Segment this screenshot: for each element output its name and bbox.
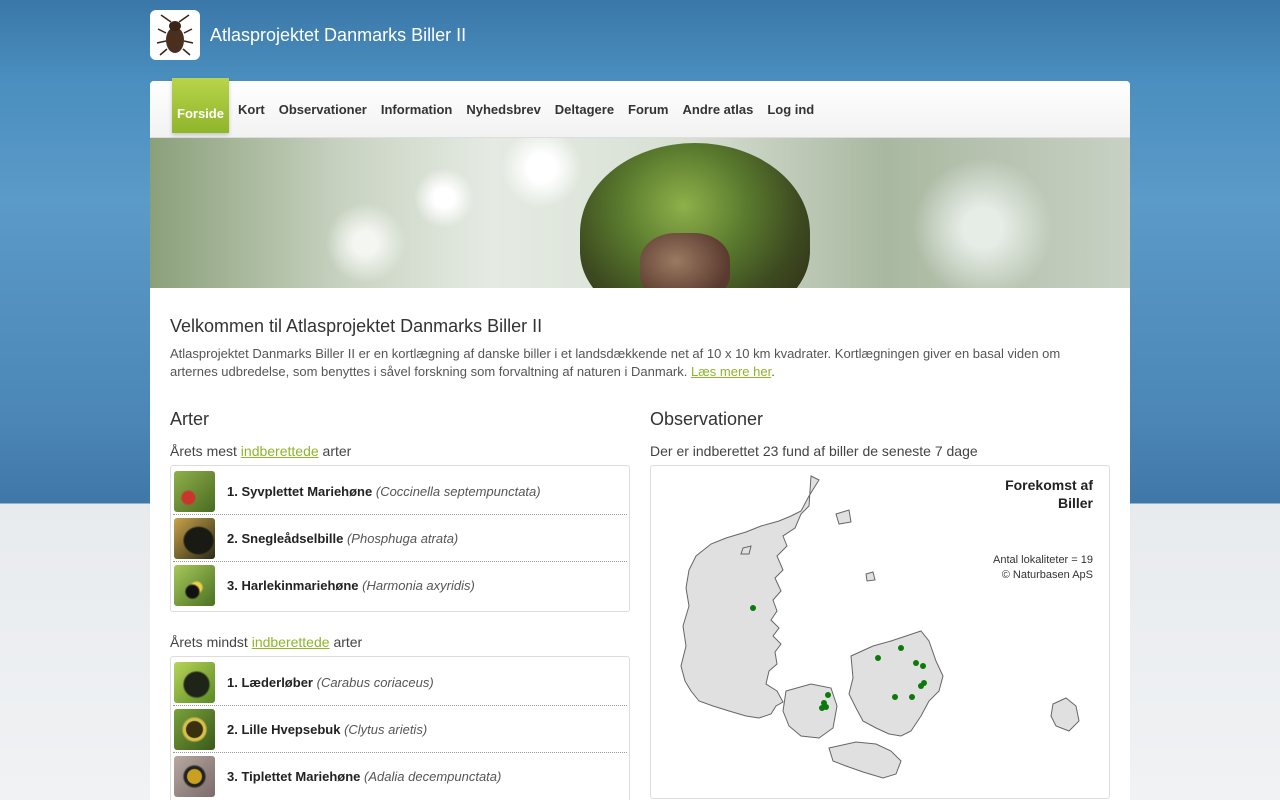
species-latin: (Coccinella septempunctata) [375, 483, 541, 499]
columns: Arter Årets mest indberettede arter 1. S… [170, 409, 1110, 800]
species-name[interactable]: 3. Harlekinmariehøne [227, 578, 359, 593]
main-panel: Forside Kort Observationer Information N… [150, 77, 1130, 800]
species-name[interactable]: 1. Syvplettet Mariehøne [227, 484, 372, 499]
map-bornholm [1050, 697, 1080, 732]
species-name[interactable]: 1. Læderløber [227, 675, 313, 690]
species-name[interactable]: 2. Lille Hvepsebuk [227, 722, 340, 737]
welcome-body: Atlasprojektet Danmarks Biller II er en … [170, 346, 1061, 379]
map-funen [782, 683, 838, 739]
species-latin: (Phosphuga atrata) [346, 530, 459, 546]
beetle-logo-icon[interactable] [150, 10, 200, 60]
map-jutland [680, 475, 820, 719]
species-thumbnail[interactable] [174, 756, 215, 797]
least-reported-link[interactable]: indberettede [252, 634, 330, 650]
species-latin: (Adalia decempunctata) [364, 769, 502, 784]
map-zealand [848, 630, 944, 737]
list-item[interactable]: 2. Lille Hvepsebuk (Clytus arietis) [173, 706, 627, 753]
species-thumbnail[interactable] [174, 470, 215, 512]
most-reported-link[interactable]: indberettede [241, 443, 319, 459]
list-item[interactable]: 1. Syvplettet Mariehøne (Coccinella sept… [173, 468, 627, 515]
observations-subtitle: Der er indberettet 23 fund af biller de … [650, 443, 978, 459]
species-latin: (Carabus coriaceus) [316, 674, 434, 690]
banner-beetle-head [640, 233, 730, 288]
list-item[interactable]: 3. Tiplettet Mariehøne (Adalia decempunc… [173, 753, 627, 800]
species-name[interactable]: 2. Snegleådselbille [227, 531, 343, 546]
list-item[interactable]: 3. Harlekinmariehøne (Harmonia axyridis) [173, 562, 627, 609]
observations-column: Observationer Der er indberettet 23 fund… [650, 409, 1110, 800]
read-more-link[interactable]: Læs mere her [691, 364, 771, 379]
main-nav: Forside Kort Observationer Information N… [150, 77, 1130, 138]
nav-nyhedsbrev[interactable]: Nyhedsbrev [466, 102, 540, 117]
denmark-map[interactable] [651, 466, 1109, 798]
welcome-text: Atlasprojektet Danmarks Biller II er en … [170, 346, 1061, 379]
species-thumbnail[interactable] [174, 565, 215, 606]
species-name[interactable]: 3. Tiplettet Mariehøne [227, 769, 360, 784]
map-title: Forekomst af Biller [1005, 477, 1093, 511]
nav-observationer[interactable]: Observationer [279, 102, 367, 117]
least-reported-list: 1. Læderløber (Carabus coriaceus) 2. Lil… [170, 656, 630, 800]
nav-log-ind[interactable]: Log ind [767, 102, 814, 117]
site-title[interactable]: Atlasprojektet Danmarks Biller II [210, 25, 466, 46]
species-title: Arter [170, 409, 210, 429]
species-thumbnail[interactable] [174, 708, 215, 750]
nav-kort[interactable]: Kort [238, 102, 265, 117]
site-header: Atlasprojektet Danmarks Biller II [150, 10, 466, 60]
species-latin: (Harmonia axyridis) [362, 578, 475, 593]
nav-forum[interactable]: Forum [628, 102, 668, 117]
map-island [835, 509, 852, 525]
nav-deltagere[interactable]: Deltagere [555, 102, 614, 117]
content: Velkommen til Atlasprojektet Danmarks Bi… [150, 316, 1130, 800]
map-legend: Antal lokaliteter = 19 © Naturbasen ApS [993, 554, 1093, 581]
nav-information[interactable]: Information [381, 102, 453, 117]
least-reported-heading: Årets mindst indberettede arter [170, 634, 363, 650]
map-lolland [828, 741, 902, 779]
observations-title: Observationer [650, 409, 764, 429]
species-thumbnail[interactable] [174, 661, 215, 703]
nav-andre-atlas[interactable]: Andre atlas [683, 102, 754, 117]
welcome-title: Velkommen til Atlasprojektet Danmarks Bi… [170, 316, 543, 336]
most-reported-heading: Årets mest indberettede arter [170, 443, 352, 459]
most-reported-list: 1. Syvplettet Mariehøne (Coccinella sept… [170, 465, 630, 612]
list-item[interactable]: 1. Læderløber (Carabus coriaceus) [173, 659, 627, 706]
nav-forside[interactable]: Forside [172, 77, 229, 133]
species-latin: (Clytus arietis) [344, 721, 428, 737]
species-column: Arter Årets mest indberettede arter 1. S… [170, 409, 630, 800]
banner-image [150, 138, 1130, 288]
list-item[interactable]: 2. Snegleådselbille (Phosphuga atrata) [173, 515, 627, 562]
species-thumbnail[interactable] [174, 517, 215, 559]
observations-map[interactable]: Forekomst af Biller Antal lokaliteter = … [650, 465, 1110, 799]
map-island [865, 571, 876, 582]
